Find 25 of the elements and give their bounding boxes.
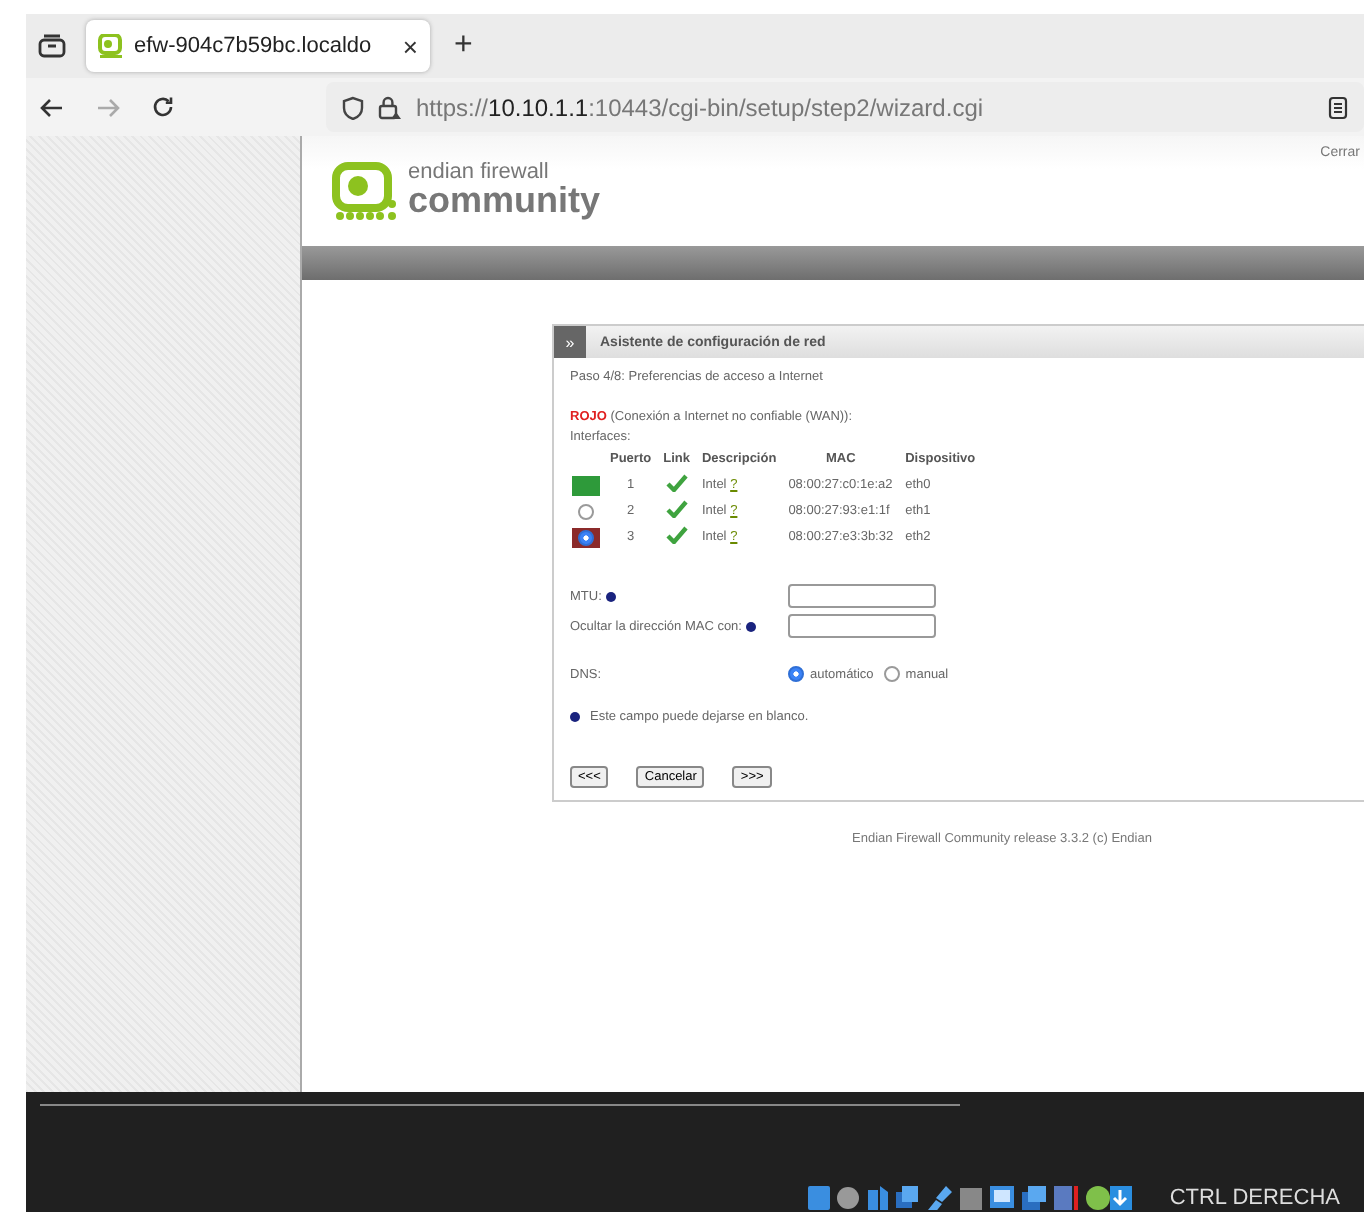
back-icon[interactable] <box>40 97 64 117</box>
tab-list-icon[interactable] <box>38 34 66 58</box>
shield-icon[interactable] <box>342 95 364 119</box>
browser-tab[interactable]: efw-904c7b59bc.localdo × <box>86 20 430 72</box>
input-field[interactable] <box>788 614 936 638</box>
url-text: https://10.10.1.1:10443/cgi-bin/setup/step2/wizard.cgi <box>416 93 986 121</box>
host-key-label: CTRL DERECHA <box>1169 1186 1340 1210</box>
collapse-button[interactable]: » <box>554 326 586 358</box>
reader-view-icon[interactable] <box>1328 95 1348 119</box>
logo-icon <box>332 161 400 221</box>
lock-icon[interactable] <box>378 95 402 119</box>
radio-button[interactable] <box>788 666 804 682</box>
logo-icon <box>98 34 124 58</box>
logo-text: endian firewall <box>408 164 551 185</box>
radio-button[interactable] <box>578 503 594 519</box>
logo-text: community <box>408 184 601 218</box>
close-tab-button[interactable]: × <box>402 31 418 61</box>
new-tab-button[interactable]: + <box>454 28 473 64</box>
address-bar[interactable]: https://10.10.1.1:10443/cgi-bin/setup/step2/wizard.cgi <box>326 82 1364 132</box>
radio-button[interactable] <box>883 666 900 682</box>
radio-button[interactable] <box>578 529 594 545</box>
tab-title: efw-904c7b59bc.localdo <box>134 34 374 58</box>
optional-marker-icon <box>570 712 580 722</box>
input-field[interactable] <box>788 584 936 608</box>
reload-icon[interactable] <box>152 96 174 118</box>
